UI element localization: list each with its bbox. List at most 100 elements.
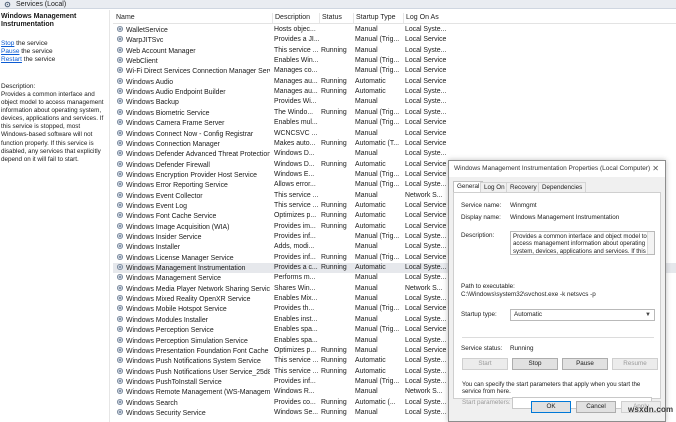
startup-type-select[interactable]: Automatic ▼ bbox=[510, 309, 655, 321]
service-startup-cell: Automatic (T... bbox=[355, 139, 403, 149]
dialog-title-bar: Windows Management Instrumentation Prope… bbox=[449, 161, 665, 177]
pause-service-action: Pause the service bbox=[1, 48, 53, 56]
service-row[interactable]: Web Account Manager This service ... Runni… bbox=[113, 46, 676, 56]
service-startup-cell: Automatic (... bbox=[355, 398, 403, 408]
service-logon-cell: Local Syste... bbox=[405, 315, 450, 325]
column-header-startup-type[interactable]: Startup Type bbox=[353, 13, 403, 23]
service-gear-icon bbox=[116, 98, 124, 105]
service-row[interactable]: Windows Audio Endpoint Builder Manages au… bbox=[113, 87, 676, 97]
service-startup-text: Manual bbox=[355, 46, 378, 54]
service-desc-cell: Provides co... bbox=[274, 398, 319, 408]
service-name-text: Windows Perception Service bbox=[126, 327, 214, 335]
service-startup-text: Manual bbox=[355, 346, 378, 354]
service-status-cell: Running bbox=[321, 408, 354, 418]
service-name-text: Windows Connection Manager bbox=[126, 140, 220, 148]
service-name-text: Windows Search bbox=[126, 399, 178, 407]
column-header-status[interactable]: Status bbox=[319, 13, 354, 23]
service-logon-cell: Local Service bbox=[405, 35, 450, 45]
service-row[interactable]: Windows Connect Now - Config Registrar WC… bbox=[113, 129, 676, 139]
service-logon-cell: Local Service bbox=[405, 304, 450, 314]
service-desc-cell: Performs m... bbox=[274, 273, 319, 283]
service-row[interactable]: WarpJITSvc Provides a JI... Manual (Trig..… bbox=[113, 35, 676, 45]
service-desc-text: Provides inf... bbox=[274, 377, 316, 385]
path-value[interactable]: C:\Windows\system32\svchost.exe -k netsv… bbox=[461, 291, 596, 299]
description-scrollbar[interactable] bbox=[647, 232, 654, 254]
service-logon-text: Local Syste... bbox=[405, 377, 447, 385]
service-desc-cell: Windows D... bbox=[274, 160, 319, 170]
service-startup-cell: Manual (Trig... bbox=[355, 66, 403, 76]
service-name-text: Windows Insider Service bbox=[126, 234, 202, 241]
service-startup-text: Manual bbox=[355, 315, 378, 323]
service-logon-cell: Local Service bbox=[405, 253, 450, 263]
stop-link[interactable]: Stop bbox=[1, 40, 14, 47]
start-button[interactable]: Start bbox=[462, 358, 508, 370]
service-startup-text: Manual bbox=[355, 336, 378, 344]
pause-link[interactable]: Pause bbox=[1, 48, 19, 55]
service-status-text: Running bbox=[321, 160, 347, 168]
properties-dialog: Windows Management Instrumentation Prope… bbox=[448, 160, 666, 422]
service-row[interactable]: Windows Biometric Service The Windo... Run… bbox=[113, 108, 676, 118]
pause-button[interactable]: Pause bbox=[562, 358, 608, 370]
service-startup-cell: Automatic bbox=[355, 87, 403, 97]
start-params-hint: You can specify the start parameters tha… bbox=[462, 381, 641, 396]
service-status-text: Running bbox=[321, 264, 347, 272]
tab-log-on[interactable]: Log On bbox=[480, 182, 509, 192]
service-row[interactable]: Wi-Fi Direct Services Connection Manager… bbox=[113, 66, 676, 76]
service-gear-icon bbox=[116, 67, 124, 74]
tab-general[interactable]: General bbox=[453, 181, 484, 192]
service-row[interactable]: Windows Backup Provides Wi... Manual Local … bbox=[113, 97, 676, 107]
tab-dependencies[interactable]: Dependencies bbox=[538, 182, 587, 192]
column-header-log-on-as[interactable]: Log On As bbox=[403, 13, 453, 23]
service-row[interactable]: Windows Camera Frame Server Enables mul..… bbox=[113, 118, 676, 128]
service-gear-icon bbox=[116, 212, 124, 219]
service-startup-cell: Manual bbox=[355, 408, 403, 418]
service-row[interactable]: WalletService Hosts objec... Manual Local S… bbox=[113, 25, 676, 35]
resume-button[interactable]: Resume bbox=[612, 358, 658, 370]
service-status-text: Running bbox=[321, 367, 347, 375]
service-logon-cell: Network S... bbox=[405, 387, 450, 397]
service-logon-text: Local Syste... bbox=[405, 150, 447, 158]
stop-button[interactable]: Stop bbox=[512, 358, 558, 370]
service-status-text: Running bbox=[321, 398, 347, 406]
dialog-description-box[interactable]: Provides a common interface and object m… bbox=[510, 231, 655, 255]
service-row[interactable]: Windows Connection Manager Makes auto... R… bbox=[113, 139, 676, 149]
column-header-name[interactable]: Name bbox=[114, 13, 271, 23]
close-icon[interactable]: ✕ bbox=[652, 164, 659, 174]
service-logon-text: Local Syste... bbox=[405, 367, 447, 375]
service-name-text: Windows Encryption Provider Host Service bbox=[126, 171, 257, 179]
restart-link[interactable]: Restart bbox=[1, 56, 22, 63]
restart-service-action: Restart the service bbox=[1, 56, 55, 64]
pause-link-rest: the service bbox=[19, 48, 53, 55]
tab-recovery[interactable]: Recovery bbox=[506, 182, 541, 192]
service-gear-icon bbox=[116, 398, 124, 405]
service-gear-icon bbox=[116, 253, 124, 260]
service-status-text: Running bbox=[321, 201, 347, 209]
service-desc-cell: This service ... bbox=[274, 46, 319, 56]
service-startup-cell: Manual (Trig... bbox=[355, 232, 403, 242]
service-description: Provides a common interface and object m… bbox=[1, 91, 104, 163]
service-name-value[interactable]: Winmgmt bbox=[510, 202, 537, 210]
console-title: Services (Local) bbox=[16, 1, 67, 8]
service-logon-text: Local Service bbox=[405, 57, 447, 65]
service-row[interactable]: Windows Defender Advanced Threat Protect… bbox=[113, 149, 676, 159]
service-logon-text: Local Service bbox=[405, 346, 447, 354]
service-desc-cell: WCNCSVC ... bbox=[274, 129, 319, 139]
service-name-text: Windows Defender Firewall bbox=[126, 161, 210, 169]
cancel-button[interactable]: Cancel bbox=[576, 401, 616, 413]
service-startup-cell: Manual bbox=[355, 149, 403, 159]
display-name-value[interactable]: Windows Management Instrumentation bbox=[510, 214, 619, 222]
service-desc-text: Enables mul... bbox=[274, 119, 318, 127]
service-startup-cell: Manual bbox=[355, 25, 403, 35]
service-name-text: Windows Management Service bbox=[126, 275, 221, 283]
service-desc-cell: Provides inf... bbox=[274, 253, 319, 263]
service-logon-text: Local Service bbox=[405, 222, 447, 230]
service-row[interactable]: WebClient Enables Win... Manual (Trig... Lo… bbox=[113, 56, 676, 66]
service-desc-cell: Optimizes p... bbox=[274, 211, 319, 221]
column-header-description[interactable]: Description bbox=[272, 13, 319, 23]
ok-button[interactable]: OK bbox=[531, 401, 571, 413]
service-gear-icon bbox=[116, 346, 124, 353]
service-gear-icon bbox=[116, 232, 124, 240]
service-row[interactable]: Windows Audio Manages au... Running Automat… bbox=[113, 77, 676, 87]
service-startup-cell: Automatic bbox=[355, 201, 403, 211]
service-desc-text: Provides inf... bbox=[274, 233, 316, 240]
